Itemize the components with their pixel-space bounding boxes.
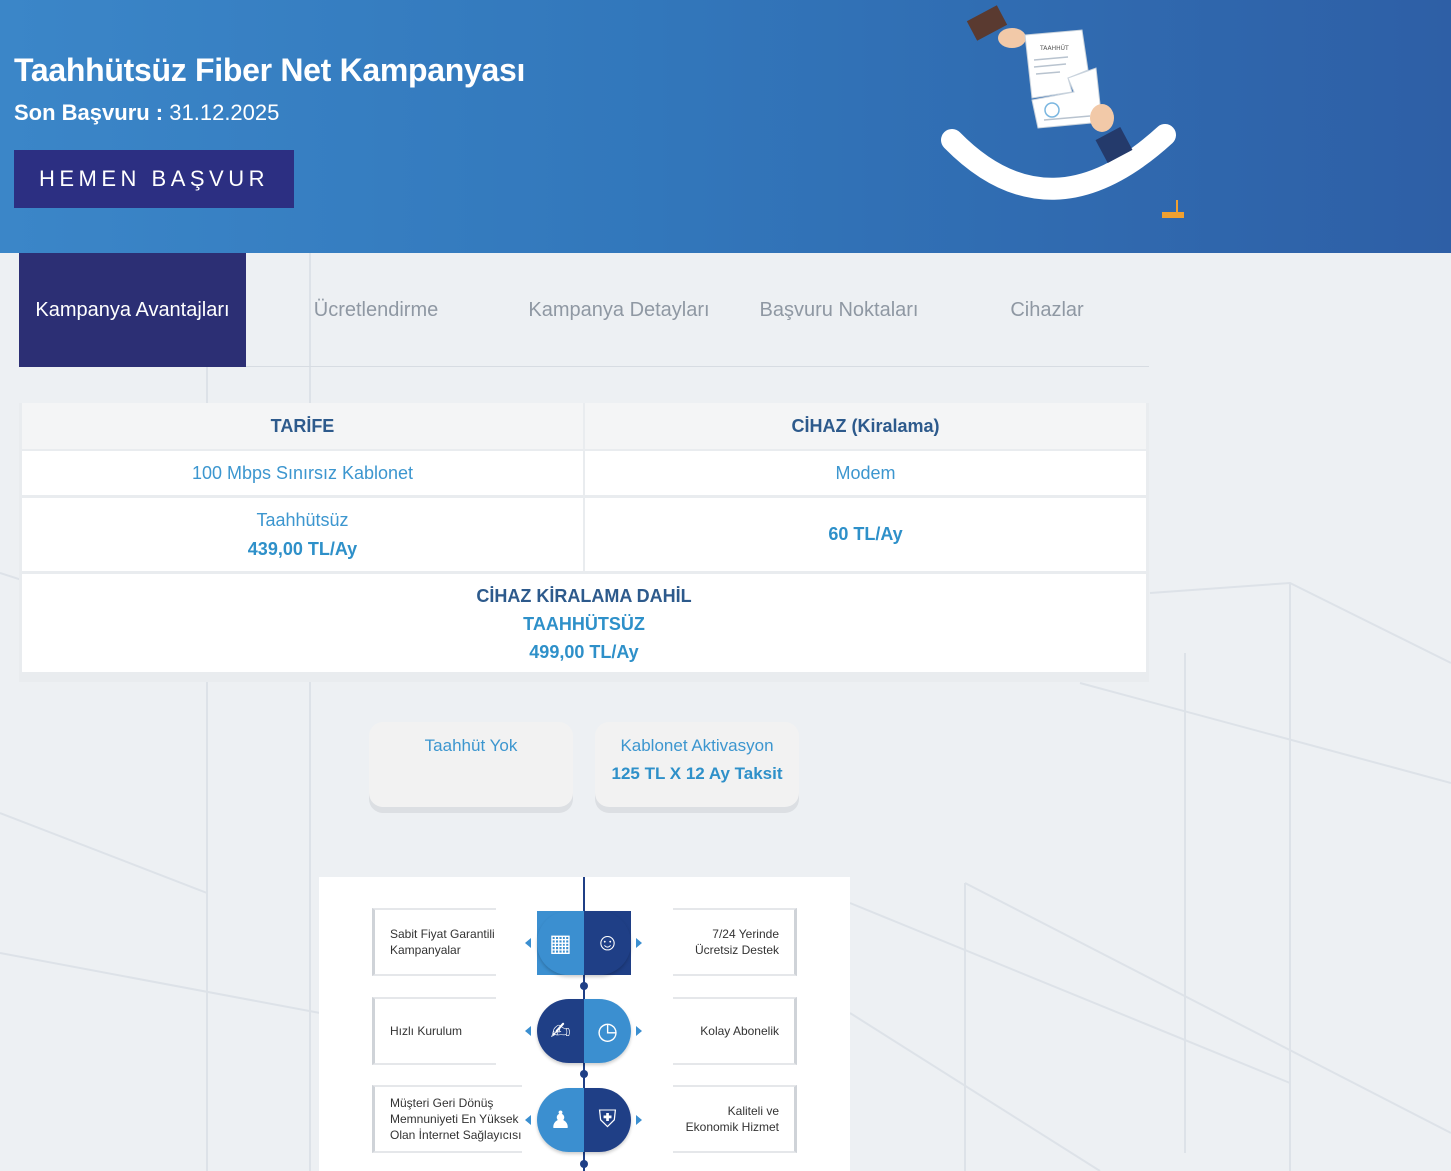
contract-rip-illustration: TAAHHÜT — [941, 5, 1184, 218]
device-price: 60 TL/Ay — [828, 524, 903, 544]
table-header-device: CİHAZ (Kiralama) — [585, 403, 1146, 449]
tab-cihazlar[interactable]: Cihazlar — [939, 253, 1155, 367]
icon-pill-install-subscription: ✍ ◷ — [537, 999, 631, 1063]
table-cell-tariff-name: 100 Mbps Sınırsız Kablonet — [22, 451, 583, 495]
card-title: Kablonet Aktivasyon — [620, 736, 774, 755]
icon-pill-satisfaction-quality: ♟ ⛨ — [537, 1088, 631, 1152]
table-cell-tariff-price: Taahhütsüz 439,00 TL/Ay — [22, 498, 583, 571]
table-cell-device-name: Modem — [585, 451, 1146, 495]
tab-ucretlendirme[interactable]: Ücretlendirme — [266, 253, 486, 367]
card-title: Taahhüt Yok — [424, 736, 518, 755]
feature-card-no-commitment: Taahhüt Yok — [369, 722, 573, 807]
advantage-text: Kampanyalar — [390, 943, 461, 957]
apply-now-button[interactable]: HEMEN BAŞVUR — [14, 150, 294, 208]
campaign-tabs: Kampanya Avantajları Ücretlendirme Kampa… — [19, 253, 1149, 367]
tab-basvuru-noktalari[interactable]: Başvuru Noktaları — [729, 253, 949, 367]
tab-kampanya-detaylari[interactable]: Kampanya Detayları — [509, 253, 729, 367]
deadline-value: 31.12.2025 — [169, 100, 280, 125]
advantage-text: Kolay Abonelik — [700, 1024, 779, 1038]
advantage-text: Hızlı Kurulum — [390, 1024, 463, 1038]
campaign-hero: Taahhütsüz Fiber Net Kampanyası Son Başv… — [0, 0, 1451, 253]
advantage-fixed-price: Sabit Fiyat Garantili Kampanyalar — [372, 908, 496, 976]
deadline-label: Son Başvuru : — [14, 100, 164, 125]
advantage-text: Müşteri Geri Dönüş — [390, 1096, 494, 1110]
advantage-quality: Kaliteli ve Ekonomik Hizmet — [673, 1085, 797, 1153]
advantage-easy-subscription: Kolay Abonelik — [673, 997, 797, 1065]
table-cell-device-price: 60 TL/Ay — [585, 498, 1146, 571]
table-cell-total: CİHAZ KİRALAMA DAHİL TAAHHÜTSÜZ 499,00 T… — [22, 574, 1146, 672]
table-header-tariff: TARİFE — [22, 403, 583, 449]
advantage-text: Kaliteli ve — [727, 1104, 779, 1118]
advantage-satisfaction: Müşteri Geri Dönüş Memnuniyeti En Yüksek… — [372, 1085, 522, 1153]
contract-label: TAAHHÜT — [1039, 45, 1069, 52]
card-subtitle: 125 TL X 12 Ay Taksit — [611, 764, 783, 783]
tariff-name: 100 Mbps Sınırsız Kablonet — [191, 462, 414, 483]
advantage-text: Sabit Fiyat Garantili — [390, 927, 495, 941]
advantage-text: Ekonomik Hizmet — [685, 1120, 779, 1134]
device-name: Modem — [835, 462, 896, 483]
tab-kampanya-avantajlari[interactable]: Kampanya Avantajları — [19, 253, 246, 367]
total-label: CİHAZ KİRALAMA DAHİL — [476, 586, 692, 606]
page-title: Taahhütsüz Fiber Net Kampanyası — [14, 52, 526, 88]
advantages-infographic: ▦ ☺ ✍ ◷ ♟ ⛨ Sabit Fiyat Garantili Kampan… — [319, 877, 850, 1171]
tariff-commitment: Taahhütsüz — [256, 510, 349, 530]
total-commitment: TAAHHÜTSÜZ — [523, 614, 645, 634]
advantage-text: Memnuniyeti En Yüksek — [390, 1112, 519, 1126]
feature-card-activation: Kablonet Aktivasyon 125 TL X 12 Ay Taksi… — [595, 722, 799, 807]
deadline: Son Başvuru : 31.12.2025 — [14, 100, 279, 126]
icon-pill-pricing-support: ▦ ☺ — [537, 911, 631, 975]
total-price: 499,00 TL/Ay — [529, 642, 639, 662]
price-table: TARİFE CİHAZ (Kiralama) 100 Mbps Sınırsı… — [19, 403, 1149, 682]
advantage-text: Olan İnternet Sağlayıcısı — [390, 1128, 522, 1142]
tariff-price: 439,00 TL/Ay — [247, 539, 358, 559]
advantage-support: 7/24 Yerinde Ücretsiz Destek — [673, 908, 797, 976]
advantage-text: Ücretsiz Destek — [694, 943, 779, 957]
advantage-text: 7/24 Yerinde — [712, 927, 779, 941]
advantage-fast-install: Hızlı Kurulum — [372, 997, 496, 1065]
